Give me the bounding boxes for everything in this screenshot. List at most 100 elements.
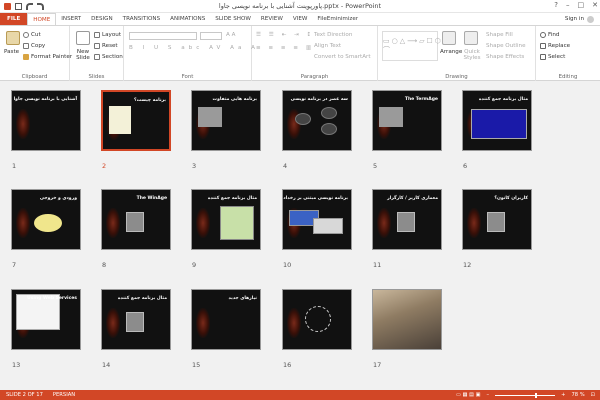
slide-sorter-pane: آشنایی با برنامه نویسی جاوا 1 برنامه چیست؟… (0, 82, 600, 390)
dialog-window (220, 206, 254, 240)
replace-icon (540, 43, 546, 49)
new-slide-icon[interactable] (76, 31, 90, 45)
view-icons[interactable]: ▭ ▦ ▤ ▣ (456, 392, 481, 398)
font-size-box[interactable] (200, 32, 222, 40)
section-button[interactable]: Section (94, 54, 123, 60)
slide-thumbnail[interactable]: The WinAge (101, 189, 171, 250)
copy-button[interactable]: Copy (23, 43, 45, 49)
list-icons[interactable]: ☰ ☰ ⇤ ⇥ ↕ (256, 32, 314, 38)
circle-shape (295, 113, 311, 125)
align-text-button[interactable]: Align Text (314, 43, 341, 49)
maximize-icon[interactable]: □ (578, 1, 585, 9)
convert-smartart-button[interactable]: Convert to SmartArt (314, 54, 371, 60)
tab-insert[interactable]: INSERT (56, 13, 86, 25)
slide-thumbnail[interactable]: مثال برنامه جمع کننده (101, 289, 171, 350)
tab-animations[interactable]: ANIMATIONS (165, 13, 210, 25)
ribbon-tabs: FILE HOME INSERT DESIGN TRANSITIONS ANIM… (0, 13, 600, 25)
font-format-icons[interactable]: B I U S abc AV Aa A (129, 45, 259, 51)
tab-slide-show[interactable]: SLIDE SHOW (210, 13, 256, 25)
slide-thumbnail[interactable]: آشنایی با برنامه نویسی جاوا (11, 90, 81, 151)
java-logo-watermark (16, 208, 30, 238)
language-indicator[interactable]: PERSIAN (53, 392, 75, 398)
zoom-slider[interactable] (495, 392, 556, 398)
slide-illustration (109, 106, 131, 134)
grow-font-icon[interactable]: A A (226, 32, 235, 38)
reset-button[interactable]: Reset (94, 43, 118, 49)
quick-styles-icon[interactable] (464, 31, 478, 45)
font-label: Font (181, 74, 194, 80)
arrange-button[interactable]: Arrange (440, 49, 462, 55)
slide-number: 1 (12, 162, 17, 170)
slide-thumbnail[interactable]: Using Web Services (11, 289, 81, 350)
slide-title: مثال برنامه جمع کننده (478, 97, 528, 102)
slide-title: Using Web Services (27, 296, 77, 301)
tab-view[interactable]: VIEW (288, 13, 313, 25)
undo-icon[interactable] (26, 2, 33, 10)
fit-to-window-icon[interactable]: ⊡ (591, 392, 595, 398)
slide-title: نیازهای جدید (228, 296, 257, 301)
slide-title: ورودی و خروجی (39, 196, 77, 201)
slide-thumbnail[interactable]: مثال برنامه جمع کننده (191, 189, 261, 250)
paste-button[interactable]: Paste (4, 49, 19, 55)
zoom-slider-thumb[interactable] (535, 392, 538, 398)
sign-in[interactable]: Sign in (565, 13, 600, 25)
slide-thumbnail[interactable] (372, 289, 442, 350)
slide-number: 7 (12, 261, 17, 269)
layout-icon (94, 32, 100, 38)
slide-thumbnail[interactable]: برنامه هایی متفاوت (191, 90, 261, 151)
help-icon[interactable]: ? (554, 1, 558, 9)
text-direction-button[interactable]: Text Direction (314, 32, 352, 38)
close-icon[interactable]: ✕ (592, 1, 598, 9)
find-button[interactable]: Find (540, 32, 559, 38)
zoom-out-icon[interactable]: – (487, 392, 490, 398)
quick-styles-button[interactable]: Quick Styles (462, 49, 482, 61)
copy-icon (23, 43, 29, 49)
java-logo-watermark (106, 208, 120, 238)
format-painter-button[interactable]: Format Painter (23, 54, 72, 60)
select-button[interactable]: Select (540, 54, 565, 60)
slide-thumbnail[interactable]: The TermAge (372, 90, 442, 151)
shape-outline-button[interactable]: Shape Outline (486, 43, 526, 49)
computer-illustration (397, 212, 415, 232)
java-logo-watermark (196, 308, 210, 338)
cut-button[interactable]: Cut (23, 32, 41, 38)
copy-label: Copy (31, 43, 46, 49)
slide-title: The TermAge (404, 97, 438, 102)
save-icon[interactable] (15, 2, 22, 10)
tab-transitions[interactable]: TRANSITIONS (118, 13, 166, 25)
shapes-gallery[interactable]: ▭○△⟶▱☐⬡⟨⟩⌒ (382, 31, 450, 61)
tab-home[interactable]: HOME (27, 13, 57, 25)
arrange-icon[interactable] (442, 31, 456, 45)
slide-thumbnail[interactable]: کاربران کانون؟ (462, 189, 532, 250)
font-name-box[interactable] (129, 32, 197, 40)
editing-label: Editing (558, 74, 578, 80)
slide-title: آشنایی با برنامه نویسی جاوا (13, 97, 77, 102)
computer-illustration (126, 312, 144, 332)
slide-thumbnail[interactable]: معماری کاربر / کارگزار (372, 189, 442, 250)
paragraph-label: Paragraph (300, 74, 329, 80)
tab-fileeminimizer[interactable]: FileEminimizer (312, 13, 363, 25)
layout-button[interactable]: Layout (94, 32, 121, 38)
shape-effects-button[interactable]: Shape Effects (486, 54, 524, 60)
slide-thumbnail[interactable]: سه عصر در برنامه نویسی (282, 90, 352, 151)
redo-icon[interactable] (37, 2, 44, 10)
slide-number: 14 (102, 361, 111, 369)
replace-button[interactable]: Replace (540, 43, 570, 49)
tab-design[interactable]: DESIGN (86, 13, 118, 25)
slide-thumbnail[interactable]: برنامه نویسی مبتنی بر رخداد (282, 189, 352, 250)
tab-file[interactable]: FILE (0, 13, 28, 25)
zoom-in-icon[interactable]: + (561, 392, 565, 398)
brush-icon (23, 54, 29, 60)
tab-review[interactable]: REVIEW (256, 13, 288, 25)
shape-fill-button[interactable]: Shape Fill (486, 32, 513, 38)
zoom-level[interactable]: 78 % (571, 392, 584, 398)
paste-icon[interactable] (6, 31, 20, 45)
minimize-icon[interactable]: – (566, 1, 570, 9)
slide-thumbnail[interactable]: نیازهای جدید (191, 289, 261, 350)
align-icons[interactable]: ≡ ≡ ≡ ≡ ▥ (256, 45, 314, 51)
slide-thumbnail[interactable]: برنامه چیست؟ (101, 90, 171, 151)
slide-thumbnail[interactable]: ورودی و خروجی (11, 189, 81, 250)
slide-thumbnail[interactable] (282, 289, 352, 350)
new-slide-button[interactable]: New Slide (73, 49, 93, 61)
slide-thumbnail[interactable]: مثال برنامه جمع کننده (462, 90, 532, 151)
